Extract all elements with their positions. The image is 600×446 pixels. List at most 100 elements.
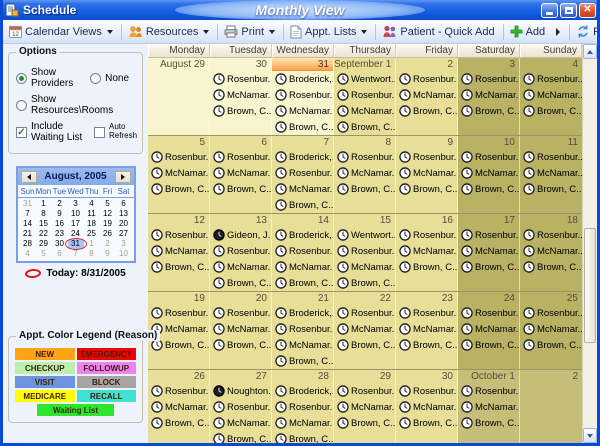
- appointment-item[interactable]: Brown, C...: [334, 181, 395, 197]
- appointment-item[interactable]: McNamar...: [458, 399, 519, 415]
- appointment-item[interactable]: Brown, C...: [210, 275, 271, 291]
- mini-date[interactable]: 9: [100, 249, 116, 259]
- appointment-item[interactable]: Rosenbur...: [272, 87, 333, 103]
- appt-lists-button[interactable]: Appt. Lists: [286, 21, 373, 43]
- appointment-item[interactable]: Brown, C...: [520, 259, 582, 275]
- appointment-item[interactable]: Brown, C...: [210, 431, 271, 446]
- appointment-item[interactable]: McNamar...: [334, 165, 395, 181]
- appointment-item[interactable]: Rosenbur...: [396, 149, 457, 165]
- add-button[interactable]: Add: [506, 21, 552, 43]
- appointment-item[interactable]: Gideon, J...: [210, 227, 271, 243]
- mini-date[interactable]: 6: [52, 249, 68, 259]
- mini-date[interactable]: 29: [36, 239, 52, 249]
- appointment-item[interactable]: Broderick,...: [272, 149, 333, 165]
- appointment-item[interactable]: Brown, C...: [272, 197, 333, 213]
- vertical-scrollbar[interactable]: [582, 44, 597, 443]
- appointment-item[interactable]: Brown, C...: [520, 181, 582, 197]
- appointment-item[interactable]: McNamar...: [334, 259, 395, 275]
- mini-date[interactable]: 8: [36, 209, 52, 219]
- mini-date[interactable]: 5: [36, 249, 52, 259]
- appointment-item[interactable]: Rosenbur...: [396, 383, 457, 399]
- mini-date[interactable]: 2: [100, 239, 116, 249]
- mini-date[interactable]: 31: [20, 199, 36, 209]
- day-cell[interactable]: 10Rosenbur...McNamar...Brown, C...: [458, 136, 520, 213]
- mini-date[interactable]: 21: [20, 229, 36, 239]
- appointment-item[interactable]: McNamar...: [272, 415, 333, 431]
- none-radio[interactable]: [90, 73, 101, 84]
- day-cell[interactable]: October 1Rosenbur...McNamar...Brown, C..…: [458, 370, 520, 446]
- appointment-item[interactable]: Rosenbur...: [272, 321, 333, 337]
- mini-date[interactable]: 6: [116, 199, 132, 209]
- appointment-item[interactable]: Rosenbur...: [148, 383, 209, 399]
- day-cell[interactable]: 25Rosenbur...McNamar...Brown, C...: [520, 292, 582, 369]
- prev-month-button[interactable]: [21, 171, 37, 183]
- appointment-item[interactable]: McNamar...: [210, 259, 271, 275]
- day-cell[interactable]: September 1Wentwort...Rosenbur...McNamar…: [334, 58, 396, 135]
- appointment-item[interactable]: Rosenbur...: [520, 149, 582, 165]
- day-cell[interactable]: 26Rosenbur...McNamar...Brown, C...: [148, 370, 210, 446]
- appointment-item[interactable]: Rosenbur...: [458, 149, 519, 165]
- mini-date[interactable]: 8: [84, 249, 100, 259]
- appointment-item[interactable]: McNamar...: [272, 337, 333, 353]
- appointment-item[interactable]: Brown, C...: [458, 103, 519, 119]
- mini-date[interactable]: 27: [116, 229, 132, 239]
- appointment-item[interactable]: Rosenbur...: [272, 243, 333, 259]
- mini-date[interactable]: 14: [20, 219, 36, 229]
- day-cell[interactable]: 11Rosenbur...McNamar...Brown, C...: [520, 136, 582, 213]
- day-cell[interactable]: August 29: [148, 58, 210, 135]
- appointment-item[interactable]: McNamar...: [396, 165, 457, 181]
- appointment-item[interactable]: McNamar...: [458, 321, 519, 337]
- day-cell[interactable]: 28Broderick,...Rosenbur...McNamar...Brow…: [272, 370, 334, 446]
- auto-refresh-checkbox[interactable]: [94, 127, 105, 138]
- appointment-item[interactable]: Rosenbur...: [458, 383, 519, 399]
- appointment-item[interactable]: Rosenbur...: [458, 305, 519, 321]
- appointment-item[interactable]: McNamar...: [210, 321, 271, 337]
- mini-date[interactable]: 5: [100, 199, 116, 209]
- day-cell[interactable]: 27Noughton...Rosenbur...McNamar...Brown,…: [210, 370, 272, 446]
- day-cell[interactable]: 16Rosenbur...McNamar...Brown, C...: [396, 214, 458, 291]
- appointment-item[interactable]: McNamar...: [334, 103, 395, 119]
- day-cell[interactable]: 8Rosenbur...McNamar...Brown, C...: [334, 136, 396, 213]
- appointment-item[interactable]: Brown, C...: [458, 337, 519, 353]
- add-more-arrow[interactable]: [551, 21, 567, 43]
- day-cell[interactable]: 4Rosenbur...McNamar...Brown, C...: [520, 58, 582, 135]
- appointment-item[interactable]: Brown, C...: [458, 181, 519, 197]
- mini-date[interactable]: 10: [116, 249, 132, 259]
- mini-date[interactable]: 1: [36, 199, 52, 209]
- appointment-item[interactable]: Brown, C...: [210, 103, 271, 119]
- appointment-item[interactable]: McNamar...: [396, 399, 457, 415]
- day-cell[interactable]: 18Rosenbur...McNamar...Brown, C...: [520, 214, 582, 291]
- day-cell[interactable]: 24Rosenbur...McNamar...Brown, C...: [458, 292, 520, 369]
- appointment-item[interactable]: Rosenbur...: [210, 71, 271, 87]
- day-cell[interactable]: 5Rosenbur...McNamar...Brown, C...: [148, 136, 210, 213]
- appointment-item[interactable]: McNamar...: [272, 181, 333, 197]
- mini-date[interactable]: 4: [84, 199, 100, 209]
- day-cell[interactable]: 14Broderick,...Rosenbur...McNamar...Brow…: [272, 214, 334, 291]
- appointment-item[interactable]: McNamar...: [396, 243, 457, 259]
- mini-date[interactable]: 3: [68, 199, 84, 209]
- appointment-item[interactable]: McNamar...: [458, 87, 519, 103]
- day-cell[interactable]: 9Rosenbur...McNamar...Brown, C...: [396, 136, 458, 213]
- next-month-button[interactable]: [115, 171, 131, 183]
- day-cell[interactable]: 30Rosenbur...McNamar...Brown, C...: [396, 370, 458, 446]
- appointment-item[interactable]: Brown, C...: [272, 275, 333, 291]
- appointment-item[interactable]: Rosenbur...: [334, 243, 395, 259]
- maximize-button[interactable]: [560, 3, 577, 18]
- appointment-item[interactable]: Brown, C...: [272, 431, 333, 446]
- mini-date[interactable]: 19: [100, 219, 116, 229]
- mini-date[interactable]: 12: [100, 209, 116, 219]
- mini-date[interactable]: 11: [84, 209, 100, 219]
- day-cell[interactable]: 22Rosenbur...McNamar...Brown, C...: [334, 292, 396, 369]
- day-cell[interactable]: 3Rosenbur...McNamar...Brown, C...: [458, 58, 520, 135]
- mini-date[interactable]: 25: [84, 229, 100, 239]
- day-cell[interactable]: 23Rosenbur...McNamar...Brown, C...: [396, 292, 458, 369]
- appointment-item[interactable]: Rosenbur...: [334, 305, 395, 321]
- mini-date[interactable]: 26: [100, 229, 116, 239]
- day-cell[interactable]: 29Rosenbur...McNamar...Brown, C...: [334, 370, 396, 446]
- mini-date[interactable]: 16: [52, 219, 68, 229]
- appointment-item[interactable]: Rosenbur...: [334, 87, 395, 103]
- appointment-item[interactable]: Rosenbur...: [458, 71, 519, 87]
- appointment-item[interactable]: Brown, C...: [520, 103, 582, 119]
- appointment-item[interactable]: Rosenbur...: [272, 399, 333, 415]
- appointment-item[interactable]: Rosenbur...: [148, 227, 209, 243]
